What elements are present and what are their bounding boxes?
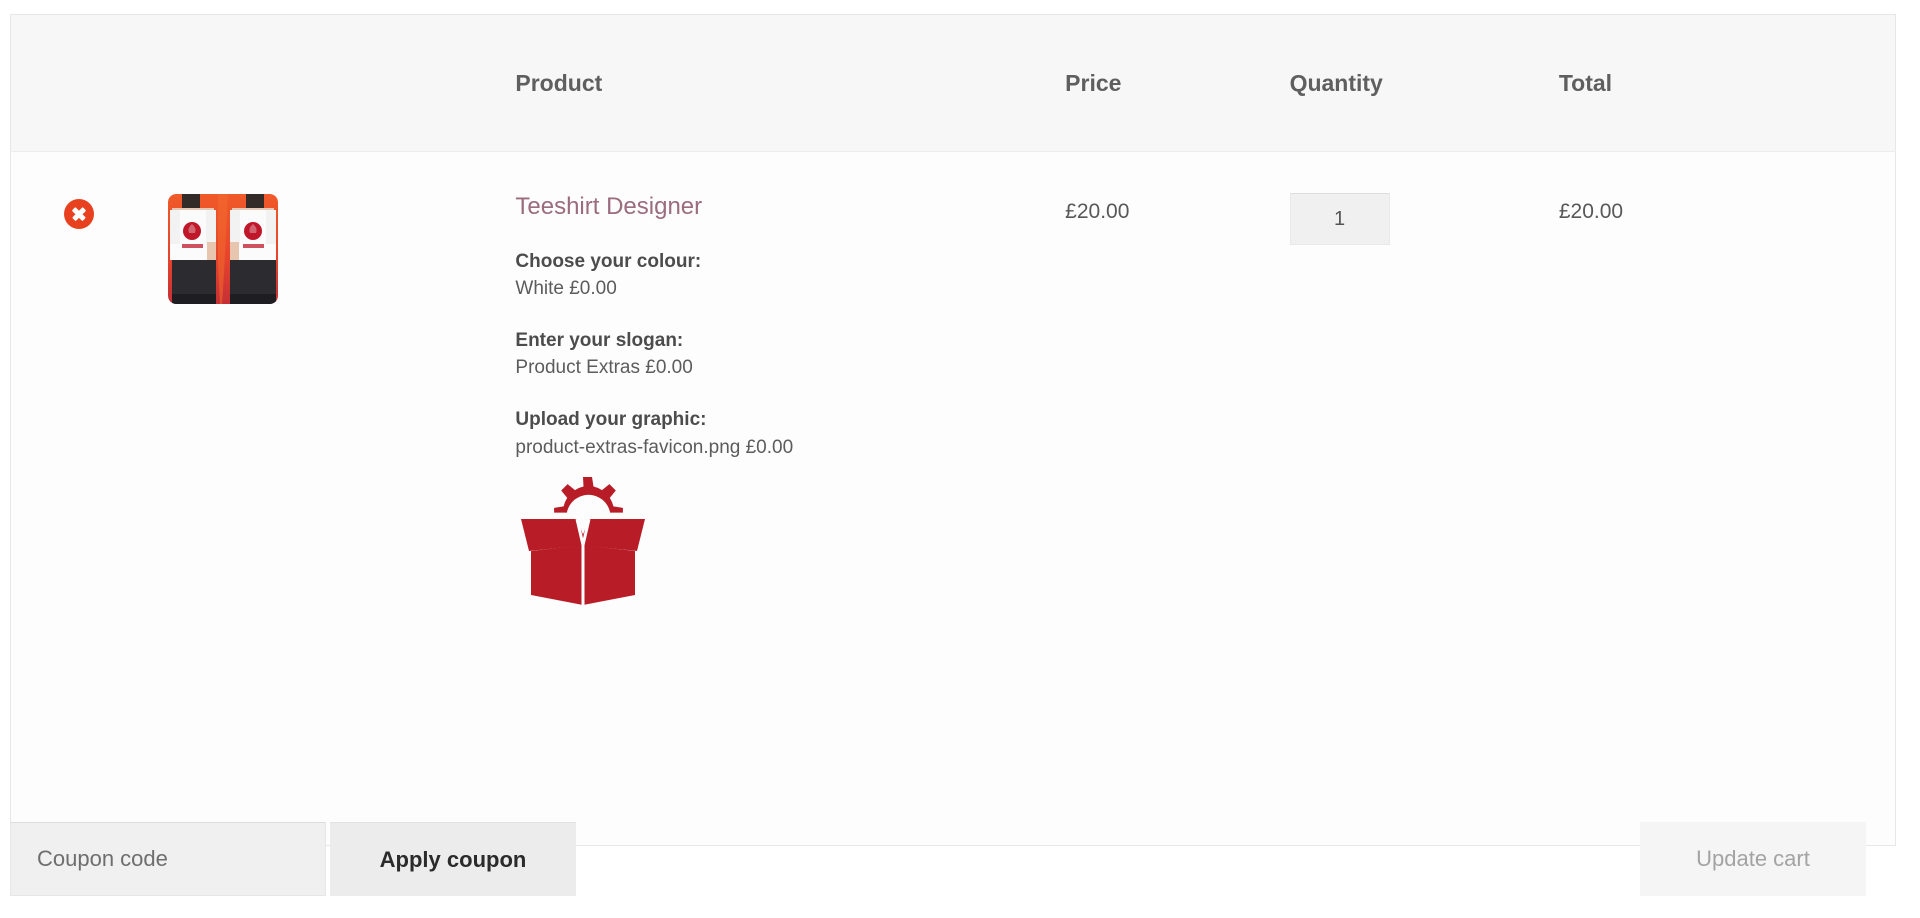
column-header-remove: [10, 14, 168, 152]
variation-colour: Choose your colour: White £0.00: [515, 248, 1065, 303]
cart-item-total-cell: £20.00: [1558, 151, 1896, 846]
variation-label: Enter your slogan:: [515, 329, 684, 351]
cart-actions-row: Apply coupon Update cart: [10, 822, 1896, 904]
variation-slogan: Enter your slogan: Product Extras £0.00: [515, 327, 1065, 382]
cart-item-remove-cell: [10, 151, 168, 846]
column-header-price: Price: [1065, 14, 1290, 152]
cart-table-header: Product Price Quantity Total: [10, 14, 1896, 152]
cart-table-body: Teeshirt Designer Choose your colour: Wh…: [10, 151, 1896, 846]
product-name-link[interactable]: Teeshirt Designer: [515, 193, 1065, 222]
cart-item-price-cell: £20.00: [1065, 151, 1290, 846]
update-cart-button[interactable]: Update cart: [1640, 822, 1866, 896]
column-header-quantity: Quantity: [1289, 14, 1559, 152]
column-header-product: Product: [515, 14, 1066, 152]
variation-value: White £0.00: [515, 278, 617, 300]
apply-coupon-button[interactable]: Apply coupon: [330, 822, 576, 896]
cart-item-details-cell: Teeshirt Designer Choose your colour: Wh…: [515, 151, 1066, 846]
variation-label: Upload your graphic:: [515, 408, 707, 430]
shopping-cart-table: Product Price Quantity Total Teeshirt De…: [10, 14, 1896, 846]
variation-value: Product Extras £0.00: [515, 357, 693, 379]
product-extras-box-gear-icon: [515, 475, 1065, 607]
cart-page: Product Price Quantity Total Teeshirt De…: [0, 0, 1920, 918]
variation-value: product-extras-favicon.png £0.00: [515, 436, 794, 458]
quantity-input[interactable]: [1289, 193, 1390, 245]
remove-item-button[interactable]: [64, 199, 94, 229]
column-header-total: Total: [1558, 14, 1896, 152]
variation-graphic: Upload your graphic: product-extras-favi…: [515, 406, 1065, 461]
coupon-code-input[interactable]: [10, 822, 326, 896]
cart-header-row: Product Price Quantity Total: [10, 14, 1896, 152]
column-header-thumbnail: [167, 14, 516, 152]
variation-label: Choose your colour:: [515, 250, 702, 272]
cart-item-row: Teeshirt Designer Choose your colour: Wh…: [10, 151, 1896, 846]
product-thumbnail-image[interactable]: [167, 194, 278, 304]
cart-item-quantity-cell: [1289, 151, 1559, 846]
cart-item-thumbnail-cell: [167, 151, 516, 846]
